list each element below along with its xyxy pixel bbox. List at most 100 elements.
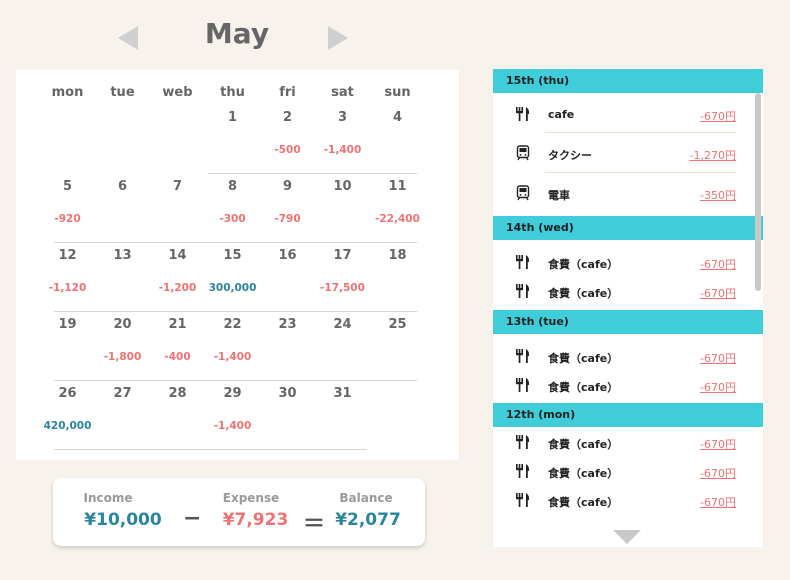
day-number: 16 bbox=[278, 248, 297, 263]
day-number: 19 bbox=[58, 317, 77, 332]
transaction-row[interactable]: 食費（cafe） -670円 bbox=[493, 458, 755, 486]
fork-knife-icon bbox=[515, 463, 531, 479]
transaction-name: 食費（cafe） bbox=[548, 467, 619, 480]
date-header: 14th (wed) bbox=[493, 216, 763, 240]
transaction-row[interactable]: 食費（cafe） -670円 bbox=[493, 487, 755, 515]
day-number: 12 bbox=[58, 248, 77, 263]
fork-knife-icon bbox=[515, 434, 531, 450]
day-number: 13 bbox=[113, 248, 132, 263]
day-number: 29 bbox=[223, 386, 242, 401]
fork-knife-icon bbox=[515, 106, 531, 122]
train-icon bbox=[515, 185, 531, 201]
summary-card: Income ¥10,000 − Expense ¥7,923 ＝ Balanc… bbox=[53, 478, 425, 546]
day-expense: -1,200 bbox=[158, 282, 197, 294]
day-number: 11 bbox=[388, 179, 407, 194]
day-expense: -500 bbox=[274, 144, 301, 156]
day-number: 23 bbox=[278, 317, 297, 332]
day-number: 8 bbox=[227, 179, 238, 194]
fork-knife-icon bbox=[515, 348, 531, 364]
day-expense: -300 bbox=[219, 213, 246, 225]
transaction-amount[interactable]: -670円 bbox=[700, 256, 736, 272]
transaction-list[interactable]: 15th (thu) cafe -670円 タクシー -1,270円 電車 -350円 14t… bbox=[493, 69, 763, 547]
day-number: 17 bbox=[333, 248, 352, 263]
day-expense: -22,400 bbox=[375, 213, 420, 225]
prev-month-button[interactable] bbox=[118, 26, 138, 50]
transaction-name: 食費（cafe） bbox=[548, 258, 619, 271]
transaction-row[interactable]: 食費（cafe） -670円 bbox=[493, 343, 755, 371]
date-header: 12th (mon) bbox=[493, 403, 763, 427]
day-number: 9 bbox=[282, 179, 293, 194]
day-number: 3 bbox=[337, 110, 348, 125]
fork-knife-icon bbox=[515, 283, 531, 299]
month-nav: May bbox=[0, 0, 459, 70]
day-expense: -920 bbox=[54, 213, 81, 225]
row-divider bbox=[545, 172, 736, 173]
day-number: 7 bbox=[172, 179, 183, 194]
transaction-name: 電車 bbox=[548, 189, 570, 202]
week-divider bbox=[54, 380, 417, 381]
weekday-5: sat bbox=[331, 85, 354, 100]
scrollbar[interactable] bbox=[755, 93, 761, 291]
expense-label: Expense bbox=[222, 491, 280, 505]
weekday-4: fri bbox=[279, 85, 296, 100]
transaction-name: 食費（cafe） bbox=[548, 438, 619, 451]
day-expense: -1,400 bbox=[323, 144, 362, 156]
transaction-amount[interactable]: -350円 bbox=[700, 187, 736, 203]
day-number: 2 bbox=[282, 110, 293, 125]
week-divider bbox=[54, 242, 417, 243]
scroll-down-button[interactable] bbox=[613, 530, 641, 544]
transaction-name: 食費（cafe） bbox=[548, 352, 619, 365]
transaction-row[interactable]: 食費（cafe） -670円 bbox=[493, 372, 755, 400]
row-divider bbox=[545, 132, 736, 133]
transaction-name: 食費（cafe） bbox=[548, 496, 619, 509]
week-divider bbox=[208, 173, 417, 174]
day-income: 300,000 bbox=[208, 282, 257, 294]
transaction-amount[interactable]: -670円 bbox=[700, 465, 736, 481]
month-title: May bbox=[204, 17, 270, 50]
day-expense: -1,120 bbox=[48, 282, 87, 294]
train-icon bbox=[515, 145, 531, 161]
expense-total: ¥7,923 bbox=[222, 510, 289, 530]
transaction-amount[interactable]: -670円 bbox=[700, 494, 736, 510]
day-number: 25 bbox=[388, 317, 407, 332]
transaction-row[interactable]: 食費（cafe） -670円 bbox=[493, 429, 755, 457]
weekday-2: web bbox=[162, 85, 193, 100]
transaction-row[interactable]: 食費（cafe） -670円 bbox=[493, 278, 755, 306]
day-number: 31 bbox=[333, 386, 352, 401]
day-number: 24 bbox=[333, 317, 352, 332]
transaction-name: 食費（cafe） bbox=[548, 381, 619, 394]
transaction-row[interactable]: 食費（cafe） -670円 bbox=[493, 249, 755, 277]
day-expense: -17,500 bbox=[320, 282, 365, 294]
income-total: ¥10,000 bbox=[84, 510, 162, 530]
transaction-amount[interactable]: -670円 bbox=[700, 285, 736, 301]
transaction-amount[interactable]: -670円 bbox=[700, 436, 736, 452]
income-label: Income bbox=[83, 491, 133, 505]
day-number: 4 bbox=[392, 110, 403, 125]
balance-label: Balance bbox=[339, 491, 393, 505]
weekday-6: sun bbox=[384, 85, 411, 100]
day-expense: -1,400 bbox=[213, 420, 252, 432]
transaction-row[interactable]: cafe -670円 bbox=[493, 101, 755, 129]
transaction-row[interactable]: 電車 -350円 bbox=[493, 180, 755, 208]
transaction-row[interactable]: タクシー -1,270円 bbox=[493, 140, 755, 168]
date-header: 13th (tue) bbox=[493, 310, 763, 334]
weekday-0: mon bbox=[51, 85, 84, 100]
minus-sign: − bbox=[183, 506, 202, 531]
transaction-name: タクシー bbox=[548, 149, 592, 162]
transaction-amount[interactable]: -1,270円 bbox=[690, 147, 736, 163]
day-number: 21 bbox=[168, 317, 187, 332]
day-number: 22 bbox=[223, 317, 242, 332]
day-number: 14 bbox=[168, 248, 187, 263]
day-number: 6 bbox=[117, 179, 128, 194]
day-number: 27 bbox=[113, 386, 132, 401]
day-number: 5 bbox=[62, 179, 73, 194]
day-expense: -1,400 bbox=[213, 351, 252, 363]
next-month-button[interactable] bbox=[328, 26, 348, 50]
transaction-amount[interactable]: -670円 bbox=[700, 350, 736, 366]
weekday-1: tue bbox=[110, 85, 135, 100]
transaction-amount[interactable]: -670円 bbox=[700, 379, 736, 395]
transaction-name: 食費（cafe） bbox=[548, 287, 619, 300]
transaction-amount[interactable]: -670円 bbox=[700, 108, 736, 124]
day-expense: -1,800 bbox=[103, 351, 142, 363]
day-number: 18 bbox=[388, 248, 407, 263]
